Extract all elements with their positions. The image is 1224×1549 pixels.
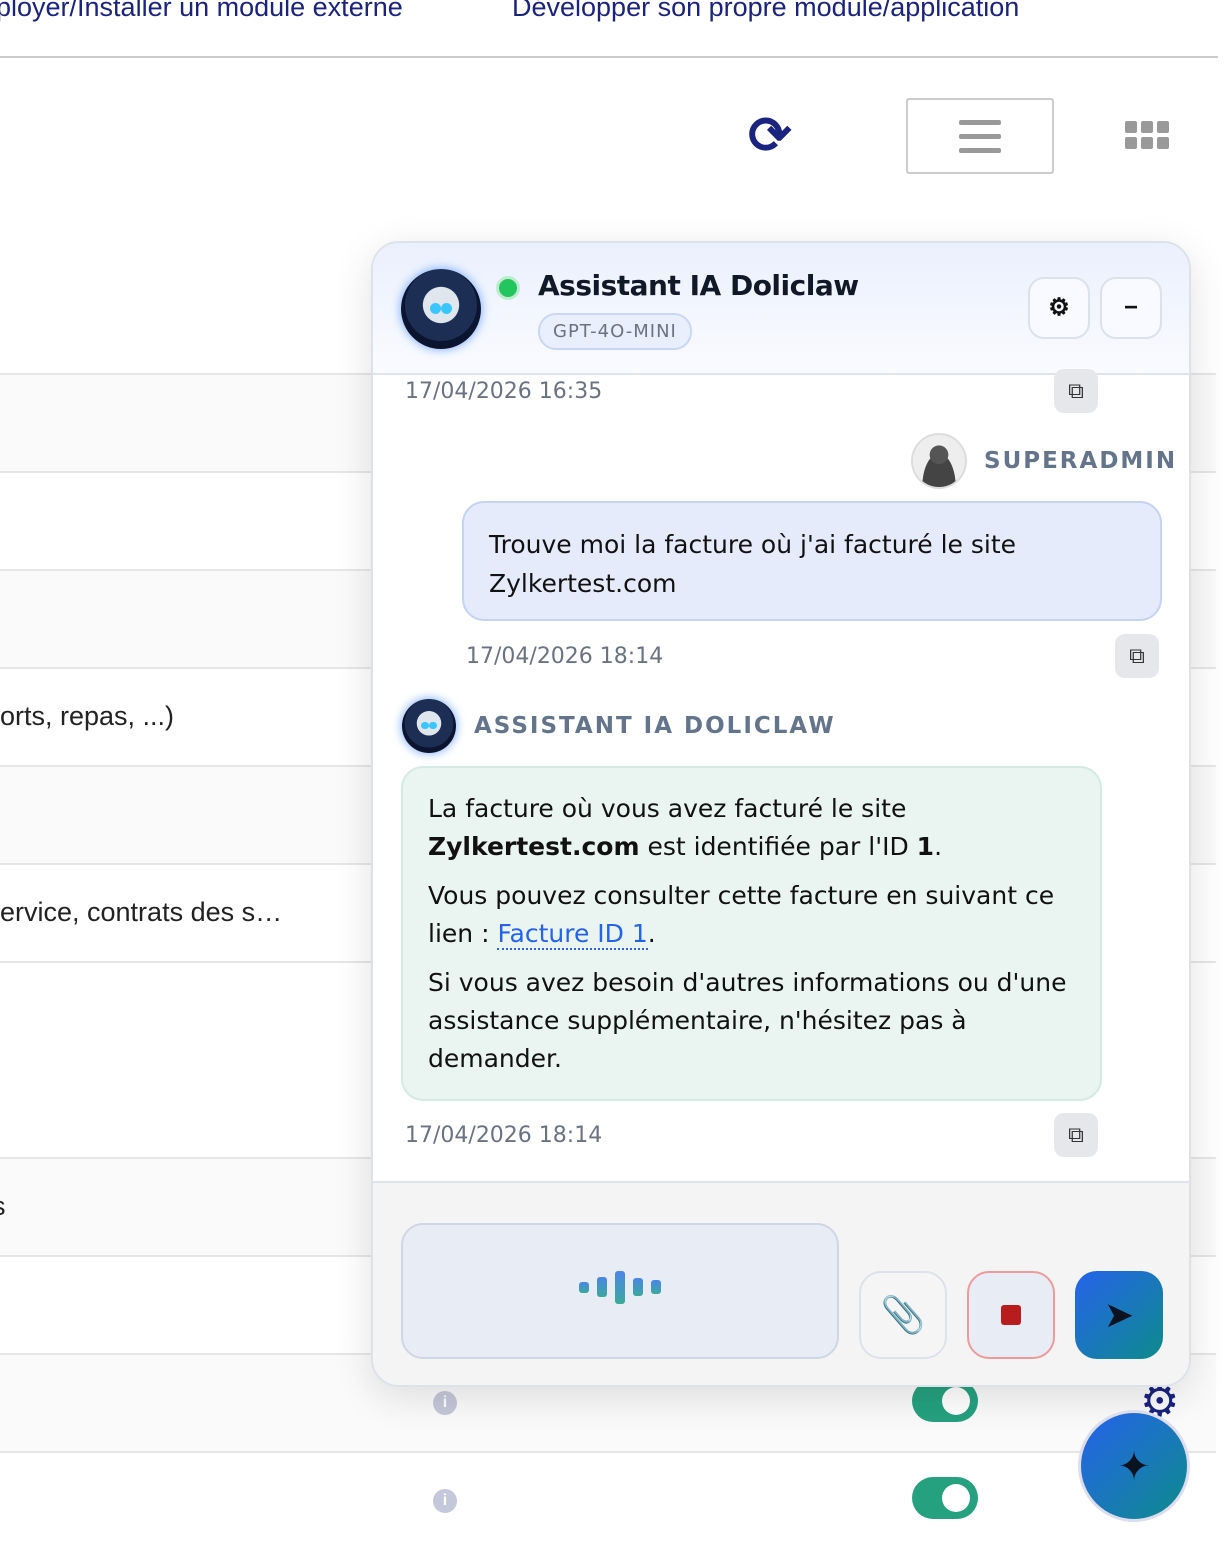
user-message: Trouve moi la facture où j'ai facturé le… xyxy=(462,501,1162,621)
composer: 📎 ➤ xyxy=(373,1181,1189,1385)
copy-icon[interactable]: ⧉ xyxy=(1054,369,1098,413)
link-install-external-module[interactable]: ployer/Installer un module externe xyxy=(0,0,403,23)
settings-button[interactable]: ⚙ xyxy=(1028,277,1090,339)
message-input-recording[interactable] xyxy=(401,1223,839,1359)
minimize-button[interactable]: − xyxy=(1100,277,1162,339)
stop-recording-button[interactable] xyxy=(967,1271,1055,1359)
assistant-message: La facture où vous avez facturé le site … xyxy=(401,766,1102,1101)
assistant-avatar xyxy=(402,699,456,753)
chat-header: Assistant IA Doliclaw GPT-4O-MINI ⚙ − xyxy=(373,243,1189,375)
info-icon[interactable]: i xyxy=(433,1489,457,1513)
text-bold: Zylkertest.com xyxy=(428,832,640,861)
menu-button[interactable] xyxy=(906,98,1054,174)
assistant-avatar xyxy=(401,269,481,349)
audio-level-icon xyxy=(579,1267,661,1307)
info-icon[interactable]: i xyxy=(433,1391,457,1415)
assistant-name: ASSISTANT IA DOLICLAW xyxy=(474,713,836,739)
invoice-link[interactable]: Facture ID 1 xyxy=(497,919,648,950)
text-bold: 1 xyxy=(916,832,935,861)
send-icon: ➤ xyxy=(1103,1294,1135,1335)
text: La facture où vous avez facturé le site xyxy=(428,794,907,823)
paperclip-icon: 📎 xyxy=(880,1294,926,1335)
copy-icon[interactable]: ⧉ xyxy=(1054,1113,1098,1157)
refresh-icon[interactable]: ⟳ xyxy=(748,110,792,162)
attach-button[interactable]: 📎 xyxy=(859,1271,947,1359)
send-button[interactable]: ➤ xyxy=(1075,1271,1163,1359)
status-toggle[interactable] xyxy=(912,1477,978,1519)
row-label: ervice, contrats des s… xyxy=(0,897,283,927)
row-label: orts, repas, ...) xyxy=(0,701,175,731)
text: Si vous avez besoin d'autres information… xyxy=(428,968,1067,1073)
chat-title: Assistant IA Doliclaw xyxy=(538,269,859,302)
message-timestamp: 17/04/2026 18:14 xyxy=(405,1123,603,1148)
text: est identifiée par l'ID xyxy=(639,832,917,861)
text: . xyxy=(647,919,656,948)
stop-icon xyxy=(1001,1305,1021,1325)
copy-icon[interactable]: ⧉ xyxy=(1115,634,1159,678)
user-name: SUPERADMIN xyxy=(984,448,1178,474)
apps-grid-icon[interactable] xyxy=(1125,121,1169,149)
user-avatar xyxy=(911,433,967,489)
table-row xyxy=(0,1451,1216,1549)
message-timestamp: 17/04/2026 18:14 xyxy=(466,644,664,669)
assistant-fab-button[interactable]: ✦ xyxy=(1078,1410,1190,1522)
chat-panel: Assistant IA Doliclaw GPT-4O-MINI ⚙ − 17… xyxy=(371,241,1191,1387)
online-status-icon xyxy=(496,276,520,300)
divider xyxy=(0,56,1218,58)
text: . xyxy=(934,832,943,861)
model-badge: GPT-4O-MINI xyxy=(538,313,692,350)
row-label: s xyxy=(0,1191,6,1222)
sparkle-icon: ✦ xyxy=(1117,1445,1151,1489)
message-timestamp: 17/04/2026 16:35 xyxy=(405,379,603,404)
link-develop-module[interactable]: Développer son propre module/application xyxy=(512,0,1019,23)
